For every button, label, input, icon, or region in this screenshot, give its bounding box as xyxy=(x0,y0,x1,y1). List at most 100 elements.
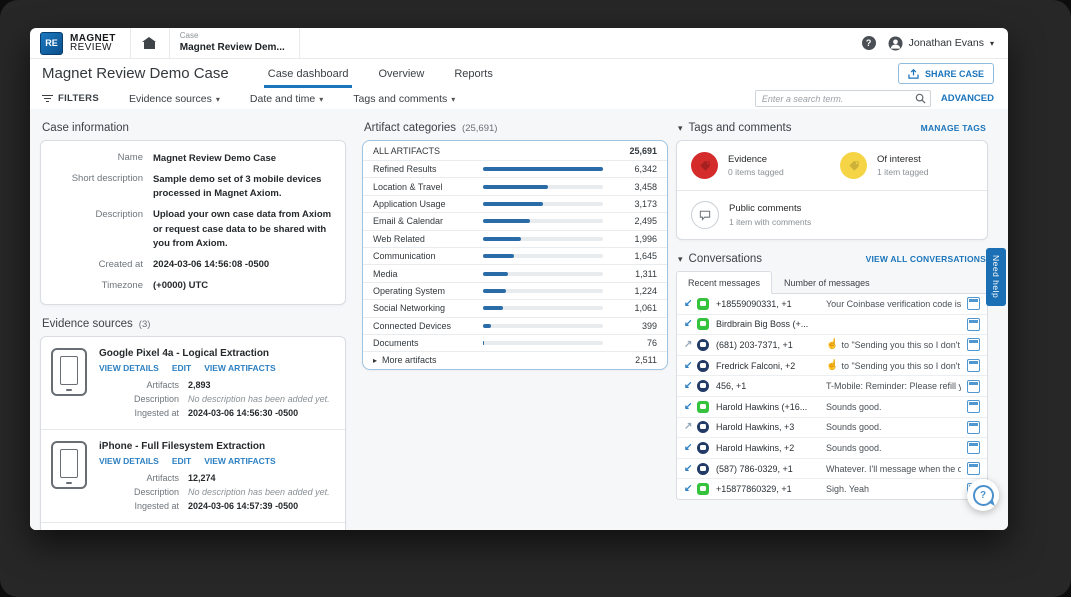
bar-fill xyxy=(483,323,491,328)
manage-tags-link[interactable]: MANAGE TAGS xyxy=(921,123,986,133)
calendar-icon[interactable] xyxy=(967,441,980,455)
bar-fill xyxy=(483,306,504,311)
public-comments[interactable]: Public comments 1 item with comments xyxy=(677,191,987,239)
evidence-description: No description has been added yet. xyxy=(188,394,330,404)
filter-bar: FILTERS Evidence sources ▾ Date and time ▾… xyxy=(30,88,1008,110)
thumbs-up-icon: ☝ xyxy=(826,338,839,350)
chevron-down-icon: ▾ xyxy=(215,94,220,104)
calendar-icon[interactable] xyxy=(967,297,980,311)
conversation-row[interactable]: Harold Hawkins (+16...Sounds good. xyxy=(677,397,987,418)
tab-overview[interactable]: Overview xyxy=(378,59,424,88)
bar-track xyxy=(483,271,603,276)
bar-track xyxy=(483,254,603,259)
message-app-icon xyxy=(697,462,709,475)
field-value: Sample demo set of 3 mobile devices proc… xyxy=(153,173,322,199)
artifact-category-row[interactable]: Location & Travel 3,458 xyxy=(363,178,667,196)
help-floating-button[interactable]: ? xyxy=(967,479,999,511)
direction-icon xyxy=(684,484,695,494)
conversation-row[interactable]: +15877860329, +1Sigh. Yeah xyxy=(677,479,987,499)
message-app-icon xyxy=(697,359,709,372)
conversation-row[interactable]: (587) 786-0329, +1Whatever. I'll message… xyxy=(677,459,987,480)
screenshot-canvas: RE MAGNET REVIEW Case Magnet Review Dem.… xyxy=(0,0,1071,597)
artifact-category-row[interactable]: Operating System 1,224 xyxy=(363,283,667,301)
bar-track xyxy=(483,323,603,328)
conversation-row[interactable]: Birdbrain Big Boss (+... xyxy=(677,315,987,336)
artifact-category-row[interactable]: Email & Calendar 2,495 xyxy=(363,213,667,231)
collapse-icon[interactable]: ▾ xyxy=(678,123,683,134)
page-tabs: Case dashboard Overview Reports xyxy=(253,59,508,88)
advanced-search-link[interactable]: ADVANCED xyxy=(941,93,994,104)
user-avatar-icon xyxy=(888,35,903,51)
bar-fill xyxy=(483,271,508,276)
calendar-icon[interactable] xyxy=(967,338,980,352)
field-value: 2024-03-06 14:56:08 -0500 xyxy=(153,259,270,270)
dashboard-content: Case information Name Magnet Review Demo … xyxy=(30,109,1008,530)
all-artifacts-row[interactable]: ALL ARTIFACTS 25,691 xyxy=(363,141,667,161)
calendar-icon[interactable] xyxy=(967,317,980,331)
home-button[interactable] xyxy=(129,28,169,58)
calendar-icon[interactable] xyxy=(967,400,980,414)
artifact-category-row[interactable]: Web Related 1,996 xyxy=(363,231,667,248)
tab-recent-messages[interactable]: Recent messages xyxy=(676,271,773,294)
artifact-category-row[interactable]: Social Networking 1,061 xyxy=(363,300,667,318)
breadcrumb-value: Magnet Review Dem... xyxy=(179,42,285,53)
artifact-category-row[interactable]: Refined Results 6,342 xyxy=(363,161,667,179)
view-all-conversations-link[interactable]: VIEW ALL CONVERSATIONS xyxy=(866,254,986,264)
tag-evidence[interactable]: Evidence 0 items tagged xyxy=(683,152,832,179)
collapse-icon[interactable]: ▾ xyxy=(678,254,683,265)
conversation-row[interactable]: Fredrick Falconi, +2☝to "Sending you thi… xyxy=(677,356,987,377)
filter-date-and-time[interactable]: Date and time ▾ xyxy=(250,93,323,105)
direction-icon xyxy=(684,381,695,391)
conversation-row[interactable]: Harold Hawkins, +2Sounds good. xyxy=(677,438,987,459)
more-artifacts-row[interactable]: ▸ More artifacts 2,511 xyxy=(363,352,667,368)
direction-icon xyxy=(684,422,695,432)
filters-toggle[interactable]: FILTERS xyxy=(42,93,99,104)
tags-panel: Evidence 0 items tagged Of interest 1 item… xyxy=(676,140,988,240)
bar-track xyxy=(483,219,603,224)
field-value: (+0000) UTC xyxy=(153,280,209,292)
calendar-icon[interactable] xyxy=(967,379,980,393)
tab-case-dashboard[interactable]: Case dashboard xyxy=(263,59,353,88)
conversation-row[interactable]: (681) 203-7371, +1☝to "Sending you this … xyxy=(677,335,987,356)
conversations-tabs: Recent messages Number of messages xyxy=(676,271,988,294)
search-icon[interactable] xyxy=(915,93,926,104)
artifact-category-row[interactable]: Application Usage 3,173 xyxy=(363,196,667,214)
filter-evidence-sources[interactable]: Evidence sources ▾ xyxy=(129,93,220,105)
ingested-at: 2024-03-06 14:56:30 -0500 xyxy=(188,408,299,418)
view-artifacts-link[interactable]: VIEW ARTIFACTS xyxy=(204,363,275,373)
edit-link[interactable]: EDIT xyxy=(172,456,191,466)
calendar-icon[interactable] xyxy=(967,420,980,434)
calendar-icon[interactable] xyxy=(967,359,980,373)
brand-line2: REVIEW xyxy=(70,42,112,53)
filter-tags-and-comments[interactable]: Tags and comments ▾ xyxy=(353,93,455,105)
share-case-button[interactable]: SHARE CASE xyxy=(897,63,994,84)
view-details-link[interactable]: VIEW DETAILS xyxy=(99,456,159,466)
help-icon[interactable]: ? xyxy=(861,36,876,50)
artifact-category-row[interactable]: Connected Devices 399 xyxy=(363,318,667,335)
direction-icon xyxy=(684,464,695,474)
edit-link[interactable]: EDIT xyxy=(172,363,191,373)
calendar-icon[interactable] xyxy=(967,462,980,476)
view-details-link[interactable]: VIEW DETAILS xyxy=(99,363,159,373)
artifact-category-row[interactable]: Media 1,311 xyxy=(363,265,667,283)
case-breadcrumb-tab[interactable]: Case Magnet Review Dem... xyxy=(168,28,300,58)
field-value: Upload your own case data from Axiom or … xyxy=(153,209,332,249)
conversation-row[interactable]: Harold Hawkins, +3Sounds good. xyxy=(677,418,987,439)
tab-number-of-messages[interactable]: Number of messages xyxy=(772,271,882,294)
tag-of-interest[interactable]: Of interest 1 item tagged xyxy=(832,152,981,179)
evidence-sources-heading: Evidence sources (3) xyxy=(42,318,151,330)
phone-icon xyxy=(51,441,87,489)
field-label: Created at xyxy=(98,258,143,270)
tab-reports[interactable]: Reports xyxy=(454,59,493,88)
conversation-row[interactable]: +18559090331, +1Your Coinbase verificati… xyxy=(677,294,987,315)
filters-label: FILTERS xyxy=(58,93,99,104)
artifact-category-row[interactable]: Documents 76 xyxy=(363,335,667,353)
need-help-tab[interactable]: Need help xyxy=(986,248,1006,306)
user-menu[interactable]: Jonathan Evans ▾ xyxy=(888,35,994,51)
conversation-row[interactable]: 456, +1T-Mobile: Reminder: Please refill… xyxy=(677,376,987,397)
evidence-description: No description has been added yet. xyxy=(188,487,330,497)
search-input[interactable] xyxy=(754,90,931,107)
artifact-category-row[interactable]: Communication 1,645 xyxy=(363,248,667,266)
view-artifacts-link[interactable]: VIEW ARTIFACTS xyxy=(204,456,275,466)
message-app-icon xyxy=(697,441,709,454)
